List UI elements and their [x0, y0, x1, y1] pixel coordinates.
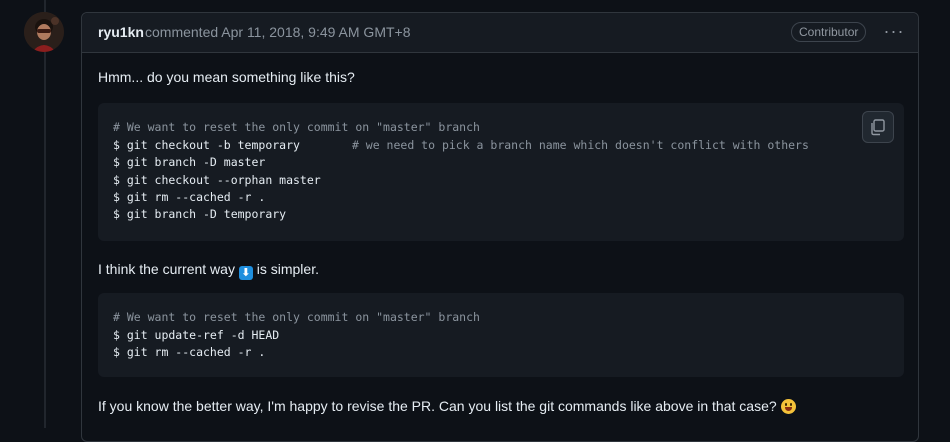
code-line: $ git rm --cached -r . — [113, 345, 266, 359]
comment-paragraph-3: If you know the better way, I'm happy to… — [98, 398, 796, 414]
code-block-2: # We want to reset the only commit on "m… — [98, 293, 904, 377]
code-line: $ git branch -D master — [113, 155, 266, 169]
timeline-line — [44, 0, 46, 428]
code-line: $ git branch -D temporary — [113, 207, 287, 221]
paragraph-2-text: I think the current way — [98, 261, 235, 277]
code-line: $ git checkout --orphan master — [113, 173, 321, 187]
code-line-text: $ git checkout -b temporary — [113, 138, 300, 152]
arrow-down-emoji: ⬇ — [238, 266, 253, 280]
code-line: $ git rm --cached -r . — [113, 190, 266, 204]
paragraph-2-text-after: is simpler. — [256, 261, 319, 277]
code-line: # We want to reset the only commit on "m… — [113, 310, 480, 324]
more-options-button[interactable]: ··· — [882, 19, 906, 43]
code-block-1: # We want to reset the only commit on "m… — [98, 103, 904, 241]
code-line: $ git checkout -b temporary # we need to … — [113, 138, 809, 152]
copy-button[interactable] — [862, 111, 894, 143]
grinning-face-emoji — [780, 399, 796, 414]
code-line: $ git update-ref -d HEAD — [113, 328, 280, 342]
code-line: # We want to reset the only commit on "m… — [113, 120, 480, 134]
author-link[interactable]: ryu1kn — [98, 24, 144, 40]
comment-header: ryu1kn commented Apr 11, 2018, 9:49 AM G… — [82, 13, 918, 53]
code-inline-comment: # we need to pick a branch name which do… — [351, 138, 809, 152]
comment-paragraph-2: I think the current way ⬇ is simpler. — [98, 261, 319, 280]
copy-icon — [871, 119, 885, 136]
comment-paragraph-1: Hmm... do you mean something like this? — [98, 69, 355, 85]
paragraph-3-text: If you know the better way, I'm happy to… — [98, 398, 777, 414]
avatar[interactable] — [24, 12, 64, 52]
comment-timestamp[interactable]: commented Apr 11, 2018, 9:49 AM GMT+8 — [145, 24, 411, 40]
comment-box: ryu1kn commented Apr 11, 2018, 9:49 AM G… — [81, 12, 919, 442]
contributor-badge: Contributor — [791, 22, 867, 42]
avatar-image — [24, 12, 64, 52]
